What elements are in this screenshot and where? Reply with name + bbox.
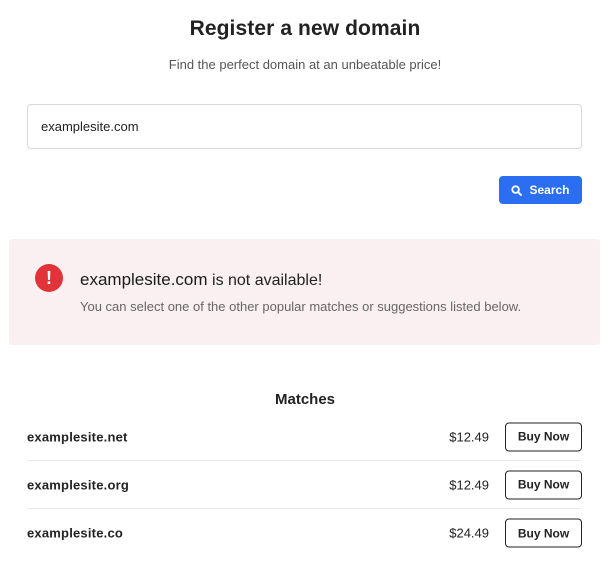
- match-price: $12.49: [449, 429, 489, 444]
- match-row: examplesite.org $12.49 Buy Now: [27, 461, 582, 509]
- alert-domain: examplesite.com: [80, 270, 208, 289]
- match-domain: examplesite.org: [27, 477, 129, 492]
- match-price: $24.49: [449, 525, 489, 541]
- match-row: examplesite.co $24.49 Buy Now: [27, 509, 582, 557]
- search-button-label: Search: [529, 183, 570, 197]
- buy-now-button[interactable]: Buy Now: [505, 518, 582, 548]
- exclamation-icon: !: [35, 264, 63, 292]
- exclamation-symbol: !: [46, 267, 52, 288]
- match-domain: examplesite.co: [27, 525, 124, 541]
- match-domain: examplesite.net: [27, 429, 128, 444]
- matches-heading: Matches: [274, 391, 336, 408]
- page-subtitle: Find the perfect domain at an unbeatable…: [168, 57, 442, 72]
- buy-now-button[interactable]: Buy Now: [505, 470, 582, 499]
- unavailable-alert: ! examplesite.com is not available! You …: [9, 239, 600, 345]
- buy-now-button[interactable]: Buy Now: [505, 422, 582, 451]
- alert-status-text: is not available!: [207, 272, 323, 289]
- match-list: examplesite.net $12.49 Buy Now examplesi…: [27, 413, 582, 557]
- domain-register-page: Register a new domain Find the perfect d…: [0, 0, 610, 567]
- page-title: Register a new domain: [189, 17, 421, 40]
- alert-headline: examplesite.com is not available!: [80, 270, 322, 290]
- search-button[interactable]: Search: [499, 176, 582, 204]
- domain-search-input[interactable]: [27, 104, 582, 149]
- search-icon: [511, 184, 523, 196]
- match-row: examplesite.net $12.49 Buy Now: [27, 413, 582, 461]
- match-price: $12.49: [449, 477, 489, 492]
- alert-message: You can select one of the other popular …: [80, 299, 522, 314]
